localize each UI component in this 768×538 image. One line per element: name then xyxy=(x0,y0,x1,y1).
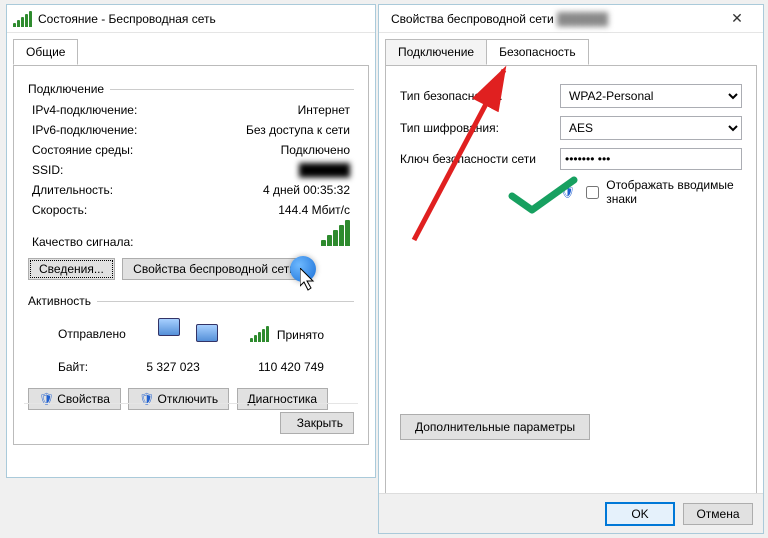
shield-icon: 🛡 xyxy=(560,185,575,199)
signal-quality-icon xyxy=(321,220,350,246)
activity-group: Активность Отправлено Принято Байт: 5 32… xyxy=(28,294,354,378)
tab-general[interactable]: Общие xyxy=(13,39,78,65)
duration-value: 4 дней 00:35:32 xyxy=(263,180,350,200)
props-footer: OK Отмена xyxy=(379,493,763,533)
bytes-recv-value: 110 420 749 xyxy=(258,360,324,374)
status-tab-body: Подключение IPv4-подключение: Интернет IP… xyxy=(13,65,369,445)
recv-label: Принято xyxy=(277,328,324,342)
signal-icon xyxy=(13,11,32,27)
activity-signal-icon xyxy=(250,326,269,342)
details-button[interactable]: Сведения... xyxy=(28,258,115,280)
ssid-label: SSID: xyxy=(32,160,63,180)
ipv6-value: Без доступа к сети xyxy=(246,120,350,140)
ipv4-label: IPv4-подключение: xyxy=(32,100,137,120)
wireless-properties-button[interactable]: Свойства беспроводной сети xyxy=(122,258,307,280)
encryption-type-select[interactable]: AES xyxy=(560,116,742,140)
props-window-ssid: ██████ xyxy=(557,12,608,26)
bytes-sent-value: 5 327 023 xyxy=(146,360,199,374)
security-type-label: Тип безопасности: xyxy=(400,89,560,103)
wireless-status-window: Состояние - Беспроводная сеть Общие Подк… xyxy=(6,4,376,478)
status-tabs: Общие xyxy=(13,39,369,65)
network-key-label: Ключ безопасности сети xyxy=(400,152,560,166)
props-window-title: Свойства беспроводной сети xyxy=(391,12,554,26)
props-tab-body: Тип безопасности: WPA2-Personal Тип шифр… xyxy=(385,65,757,505)
show-characters-checkbox[interactable] xyxy=(586,186,599,199)
props-titlebar: Свойства беспроводной сети ██████ ✕ xyxy=(379,5,763,33)
ssid-value: ██████ xyxy=(299,160,350,180)
connection-group: Подключение IPv4-подключение: Интернет IP… xyxy=(28,82,354,284)
sent-label: Отправлено xyxy=(58,327,126,341)
ok-button[interactable]: OK xyxy=(605,502,675,526)
speed-label: Скорость: xyxy=(32,200,87,220)
encryption-type-label: Тип шифрования: xyxy=(400,121,560,135)
speed-value: 144.4 Мбит/с xyxy=(278,200,350,220)
network-key-input[interactable] xyxy=(560,148,742,170)
media-state-label: Состояние среды: xyxy=(32,140,133,160)
bytes-label: Байт: xyxy=(58,360,88,374)
security-type-select[interactable]: WPA2-Personal xyxy=(560,84,742,108)
tab-connection[interactable]: Подключение xyxy=(385,39,487,65)
network-activity-icon xyxy=(158,316,218,352)
wireless-properties-window: Свойства беспроводной сети ██████ ✕ Подк… xyxy=(378,4,764,534)
activity-group-title: Активность xyxy=(28,294,91,308)
props-tabs: Подключение Безопасность xyxy=(385,39,757,65)
tab-security[interactable]: Безопасность xyxy=(486,39,589,65)
advanced-settings-button[interactable]: Дополнительные параметры xyxy=(400,414,590,440)
status-footer: Закрыть xyxy=(24,403,358,438)
media-state-value: Подключено xyxy=(281,140,350,160)
connection-group-title: Подключение xyxy=(28,82,104,96)
show-characters-label: Отображать вводимые знаки xyxy=(606,178,742,206)
status-window-title: Состояние - Беспроводная сеть xyxy=(38,12,216,26)
close-button[interactable]: Закрыть xyxy=(280,412,354,434)
close-icon[interactable]: ✕ xyxy=(717,10,757,27)
duration-label: Длительность: xyxy=(32,180,113,200)
ipv4-value: Интернет xyxy=(298,100,350,120)
signal-quality-label: Качество сигнала: xyxy=(32,232,133,252)
ipv6-label: IPv6-подключение: xyxy=(32,120,137,140)
cancel-button[interactable]: Отмена xyxy=(683,503,753,525)
status-titlebar: Состояние - Беспроводная сеть xyxy=(7,5,375,33)
